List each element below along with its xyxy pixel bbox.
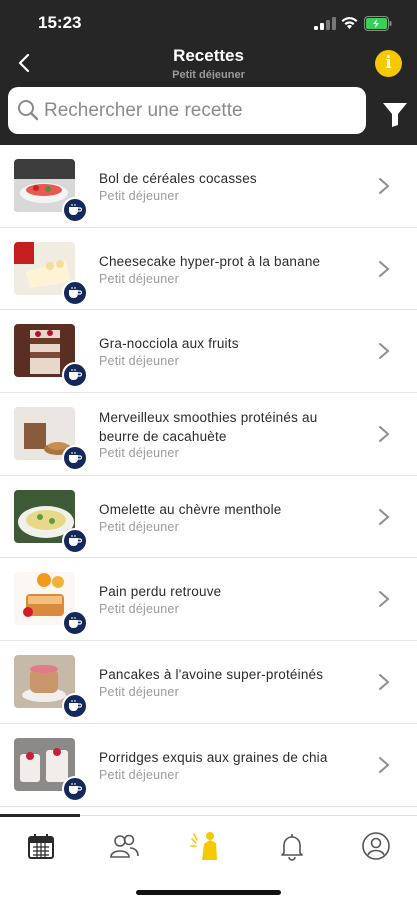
chevron-right-icon bbox=[379, 508, 390, 525]
battery-icon bbox=[364, 16, 392, 31]
chevron-right-icon bbox=[379, 426, 390, 443]
recipe-name: Gra-nocciola aux fruits bbox=[99, 336, 239, 352]
recipe-name: Omelette au chèvre menthole bbox=[99, 501, 282, 517]
signal-icon bbox=[314, 17, 336, 30]
recipe-name: Pain perdu retrouve bbox=[99, 584, 222, 600]
search-input[interactable] bbox=[44, 87, 362, 134]
recipe-row[interactable]: Gra-nocciola aux fruits Petit déjeuner bbox=[0, 310, 417, 394]
page-subtitle: Petit déjeuner bbox=[172, 69, 245, 79]
recipe-category: Petit déjeuner bbox=[99, 519, 179, 534]
recipe-category: Petit déjeuner bbox=[99, 767, 179, 782]
calendar-icon[interactable] bbox=[25, 830, 57, 862]
search-bar bbox=[8, 87, 366, 134]
chevron-right-icon bbox=[379, 591, 390, 608]
recipe-category: Petit déjeuner bbox=[99, 446, 179, 461]
search-icon bbox=[18, 100, 39, 121]
filter-icon[interactable] bbox=[382, 101, 408, 128]
profile-icon[interactable] bbox=[360, 830, 392, 862]
recipe-category: Petit déjeuner bbox=[99, 685, 179, 700]
recipe-name: Bol de céréales cocasses bbox=[99, 171, 257, 186]
breakfast-cup-icon bbox=[62, 527, 88, 554]
status-bar: 15:23 bbox=[0, 0, 417, 45]
active-tab-indicator bbox=[0, 814, 80, 817]
breakfast-cup-icon bbox=[62, 197, 88, 223]
recipe-name: Pancakes à l'avoine super-protéinés bbox=[99, 667, 324, 683]
recipe-row[interactable]: Pancakes à l'avoine super-protéinés Peti… bbox=[0, 641, 417, 724]
chevron-right-icon bbox=[379, 178, 390, 194]
recipe-category: Petit déjeuner bbox=[99, 602, 179, 617]
recipe-category: Petit déjeuner bbox=[99, 189, 179, 203]
app-screen: 15:23 Recettes Petit déjeuner i Recherch… bbox=[0, 0, 417, 900]
wifi-icon bbox=[341, 17, 358, 29]
breakfast-cup-icon bbox=[62, 362, 88, 389]
page-title: Recettes bbox=[173, 46, 244, 65]
recipe-name: Merveilleux smoothies protéinés au beurr… bbox=[99, 410, 318, 445]
recipe-category: Petit déjeuner bbox=[99, 271, 179, 286]
recipe-row[interactable]: Porridges exquis aux graines de chia Pet… bbox=[0, 724, 417, 807]
breakfast-cup-icon bbox=[62, 610, 88, 637]
home-indicator bbox=[136, 890, 281, 895]
recipe-row[interactable]: Merveilleux smoothies protéinés au beurr… bbox=[0, 393, 417, 476]
chevron-right-icon bbox=[379, 756, 390, 773]
breakfast-cup-icon bbox=[62, 445, 88, 472]
info-button[interactable]: i bbox=[375, 50, 402, 77]
chevron-right-icon bbox=[379, 260, 390, 277]
chevron-right-icon bbox=[379, 343, 390, 360]
coach-icon[interactable] bbox=[190, 830, 222, 862]
recipe-row[interactable]: Bol de céréales cocasses Petit déjeuner bbox=[0, 145, 417, 228]
status-time: 15:23 bbox=[38, 13, 82, 32]
breakfast-cup-icon bbox=[62, 775, 88, 802]
recipe-row[interactable]: Omelette au chèvre menthole Petit déjeun… bbox=[0, 476, 417, 559]
chevron-right-icon bbox=[379, 674, 390, 691]
recipe-name: Cheesecake hyper-prot à la banane bbox=[99, 253, 321, 269]
community-icon[interactable] bbox=[108, 830, 140, 862]
recipe-name: Porridges exquis aux graines de chia bbox=[99, 749, 328, 765]
bottom-tab-bar bbox=[0, 814, 417, 900]
recipe-row[interactable]: Pain perdu retrouve Petit déjeuner bbox=[0, 558, 417, 642]
header: 15:23 Recettes Petit déjeuner i Recherch… bbox=[0, 0, 417, 145]
bell-icon[interactable] bbox=[276, 830, 308, 862]
recipe-category: Petit déjeuner bbox=[99, 354, 179, 369]
recipe-row[interactable]: Cheesecake hyper-prot à la banane Petit … bbox=[0, 228, 417, 311]
breakfast-cup-icon bbox=[62, 279, 88, 306]
breakfast-cup-icon bbox=[62, 693, 88, 720]
recipe-list: Bol de céréales cocasses Petit déjeuner … bbox=[0, 145, 417, 815]
